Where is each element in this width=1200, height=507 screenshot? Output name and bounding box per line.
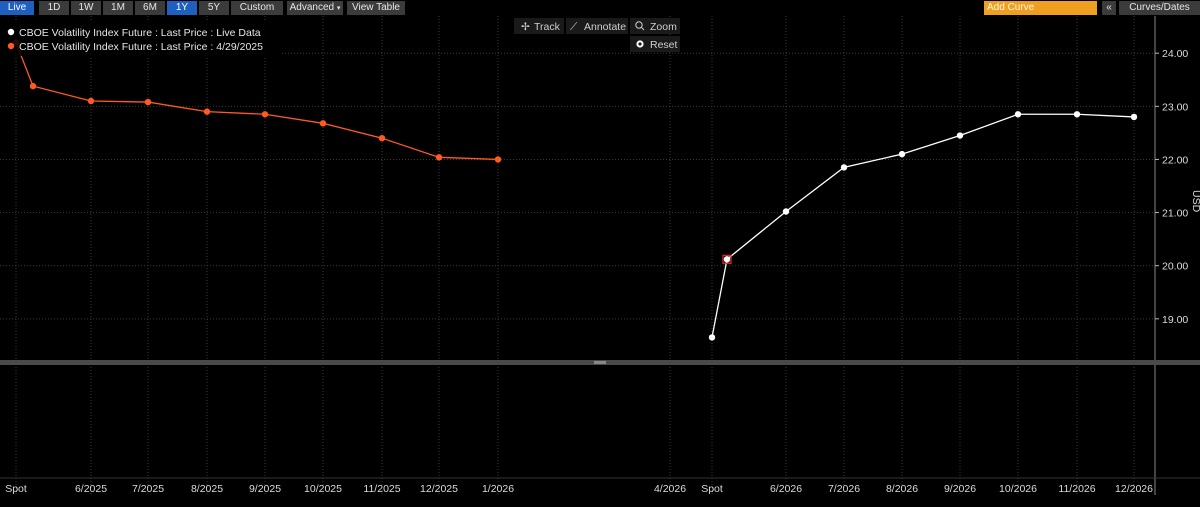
y-axis-label: USD	[1190, 190, 1200, 213]
data-point[interactable]	[378, 134, 386, 142]
data-point[interactable]	[29, 82, 37, 90]
x-tick-label: 11/2026	[1058, 483, 1095, 495]
track-label: Track	[534, 21, 561, 33]
pane-divider[interactable]	[0, 360, 1200, 365]
annotate-tool[interactable]: ⟋ Annotate	[566, 18, 628, 34]
data-point[interactable]	[1073, 111, 1081, 118]
grid	[0, 16, 1155, 495]
x-tick-label: Spot	[701, 483, 723, 495]
chart-tools: ✢ Track ⟋ Annotate Zoom Reset	[514, 18, 680, 52]
reset-button[interactable]: Reset	[630, 36, 680, 52]
y-tick-label: 21.00	[1162, 208, 1188, 220]
reset-label: Reset	[650, 39, 678, 51]
data-point[interactable]	[956, 132, 964, 139]
x-tick-label: Spot	[5, 483, 27, 495]
plot-frame	[0, 16, 1200, 495]
x-tick-label: 10/2025	[304, 483, 342, 495]
x-tick-label: 8/2026	[886, 483, 918, 495]
legend-marker-historical	[7, 42, 15, 50]
legend: CBOE Volatility Index Future : Last Pric…	[0, 20, 282, 56]
zoom-tool[interactable]: Zoom	[630, 18, 680, 34]
x-tick-label: 12/2026	[1115, 483, 1153, 495]
y-axis: 19.00 20.00 21.00 22.00 23.00 24.00 USD	[1155, 48, 1200, 326]
x-tick-label: 8/2025	[191, 483, 223, 495]
x-tick-label: 9/2026	[944, 483, 976, 495]
data-point[interactable]	[203, 108, 211, 115]
legend-label-live: CBOE Volatility Index Future : Last Pric…	[19, 27, 261, 39]
data-point[interactable]	[87, 97, 95, 105]
legend-label-historical: CBOE Volatility Index Future : Last Pric…	[19, 41, 263, 53]
x-tick-label: 6/2025	[75, 483, 107, 495]
x-tick-label: 1/2026	[482, 483, 514, 495]
data-point[interactable]	[144, 98, 152, 106]
data-point[interactable]	[1130, 113, 1138, 121]
data-point[interactable]	[319, 120, 327, 127]
data-point[interactable]	[723, 256, 731, 263]
zoom-label: Zoom	[650, 21, 677, 33]
crosshair-icon: ✢	[521, 21, 530, 33]
annotate-label: Annotate	[584, 21, 626, 33]
data-point[interactable]	[435, 154, 443, 161]
data-point[interactable]	[708, 334, 716, 341]
curve-chart: 19.00 20.00 21.00 22.00 23.00 24.00 USD Spot 6/…	[0, 16, 1200, 495]
series-layer	[12, 39, 1138, 341]
x-tick-label: 10/2026	[999, 483, 1037, 495]
legend-entry-historical[interactable]: CBOE Volatility Index Future : Last Pric…	[7, 41, 263, 53]
x-tick-label: 9/2025	[249, 483, 281, 495]
x-tick-label: 12/2025	[420, 483, 458, 495]
x-tick-label: 6/2026	[770, 483, 802, 495]
data-point[interactable]	[494, 156, 502, 163]
x-axis: Spot 6/2025 7/2025 8/2025 9/2025 10/2025 11/20…	[5, 483, 1153, 495]
data-point[interactable]	[840, 164, 848, 171]
y-tick-label: 23.00	[1162, 101, 1188, 113]
y-tick-label: 20.00	[1162, 261, 1188, 273]
pencil-icon: ⟋	[570, 21, 578, 33]
data-point[interactable]	[898, 150, 906, 158]
x-tick-label: 4/2026	[654, 483, 686, 495]
series-line	[711, 113, 1135, 338]
legend-entry-live[interactable]: CBOE Volatility Index Future : Last Pric…	[7, 27, 261, 39]
x-tick-label: 7/2025	[132, 483, 164, 495]
y-tick-label: 24.00	[1162, 48, 1188, 60]
legend-marker-live	[7, 28, 15, 36]
x-tick-label: 7/2026	[828, 483, 860, 495]
data-point[interactable]	[261, 111, 269, 118]
y-tick-label: 19.00	[1162, 314, 1188, 326]
track-tool[interactable]: ✢ Track	[514, 18, 564, 34]
y-tick-label: 22.00	[1162, 154, 1188, 166]
data-point[interactable]	[782, 208, 790, 215]
x-tick-label: 11/2025	[363, 483, 400, 495]
data-point[interactable]	[1014, 111, 1022, 118]
